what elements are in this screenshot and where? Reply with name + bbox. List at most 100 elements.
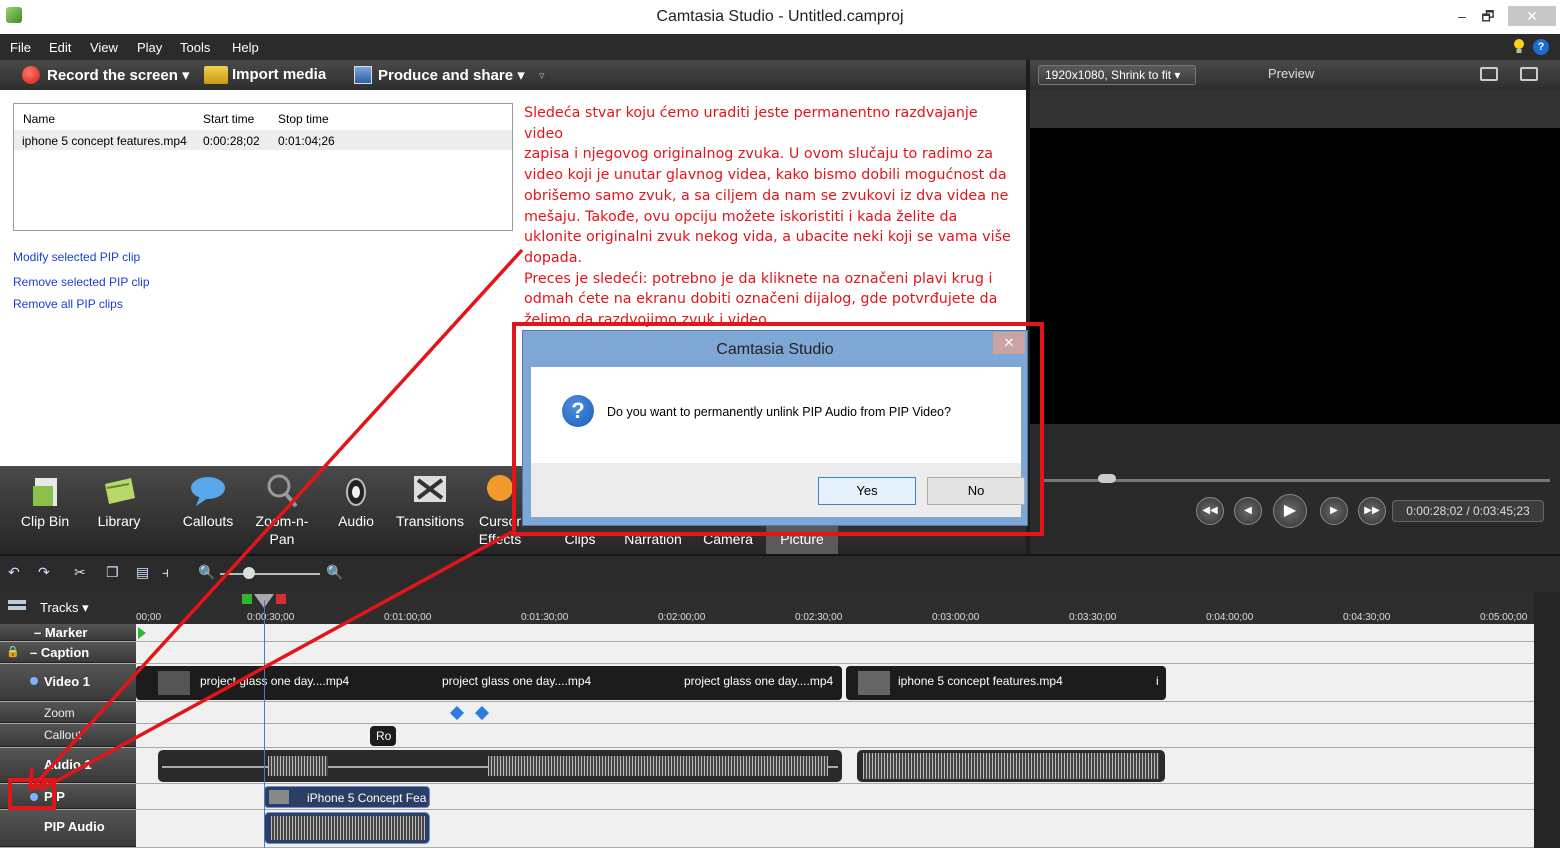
redo-icon[interactable]: ↷ xyxy=(38,564,50,581)
annotation-line: obrišemo samo zvuk, a sa ciljem da nam s… xyxy=(524,187,1009,204)
split-icon[interactable]: ⫞ xyxy=(162,564,169,581)
timeline-zoom-slider[interactable] xyxy=(220,573,320,575)
record-screen-button[interactable]: Record the screen ▾ xyxy=(47,66,190,84)
preview-canvas[interactable] xyxy=(1030,128,1560,424)
tab-zoom-n-pan[interactable]: Zoom-n- Pan xyxy=(246,466,318,554)
tracks-icon xyxy=(8,600,26,610)
tab-transitions[interactable]: Transitions xyxy=(394,466,466,554)
toolbar-overflow-button[interactable]: ▿ xyxy=(539,69,545,82)
pip-track: PIP iPhone 5 Concept Fea xyxy=(0,784,1534,810)
column-header-stop[interactable]: Stop time xyxy=(278,112,329,126)
cut-icon[interactable]: ✂ xyxy=(74,564,86,581)
pip-clip-list[interactable]: Name Start time Stop time iphone 5 conce… xyxy=(13,103,513,231)
marker-track-header[interactable]: – Marker xyxy=(0,624,136,641)
modify-pip-link[interactable]: Modify selected PIP clip xyxy=(13,250,140,264)
copy-icon[interactable]: ❐ xyxy=(106,564,119,581)
pip-video-clip[interactable]: iPhone 5 Concept Fea xyxy=(264,786,430,808)
annotation-line: video koji je unutar glavnog videa, kako… xyxy=(524,167,1007,184)
video-clip[interactable]: project glass one day....mp4 project gla… xyxy=(136,666,842,700)
tick-label: 0:05:00;00 xyxy=(1480,612,1528,623)
menu-file[interactable]: File xyxy=(10,40,31,55)
zoom-track-header[interactable]: Zoom xyxy=(0,702,136,723)
selection-end-marker[interactable] xyxy=(276,594,286,604)
import-media-button[interactable]: Import media xyxy=(232,66,326,83)
menu-play[interactable]: Play xyxy=(137,40,162,55)
lightbulb-icon[interactable] xyxy=(1512,38,1526,56)
column-header-name[interactable]: Name xyxy=(23,112,55,126)
tab-library[interactable]: Library xyxy=(84,466,154,554)
remove-pip-link[interactable]: Remove selected PIP clip xyxy=(13,275,150,289)
timeline-zoom-knob[interactable] xyxy=(243,567,255,579)
close-window-button[interactable]: ✕ xyxy=(1508,6,1556,26)
detach-preview-icon[interactable] xyxy=(1520,67,1538,81)
pip-row-name: iphone 5 concept features.mp4 xyxy=(22,134,187,148)
selection-start-marker[interactable] xyxy=(242,594,252,604)
produce-share-button[interactable]: Produce and share ▾ xyxy=(378,66,525,84)
tick-label: 00;00 xyxy=(136,612,162,623)
lock-icon[interactable]: 🔒 xyxy=(6,645,20,658)
rewind-icon[interactable]: ◀ xyxy=(1234,497,1262,525)
caption-track-header[interactable]: 🔒 – Caption xyxy=(0,642,136,663)
remove-all-pip-link[interactable]: Remove all PIP clips xyxy=(13,297,123,311)
scrub-handle[interactable] xyxy=(1098,474,1116,483)
title-bar: Camtasia Studio - Untitled.camproj – 🗗 ✕ xyxy=(0,0,1560,34)
fast-forward-icon[interactable]: ▶ xyxy=(1320,497,1348,525)
pip-audio-track-header[interactable]: PIP Audio xyxy=(0,810,136,847)
callout-clip[interactable]: Ro xyxy=(370,726,396,746)
clip-bin-icon xyxy=(33,478,57,506)
zoom-out-icon[interactable]: 🔍 xyxy=(198,564,215,581)
marker-start-icon[interactable] xyxy=(138,627,146,639)
audio-waveform[interactable] xyxy=(857,750,1165,782)
minimize-button[interactable]: – xyxy=(1448,6,1476,26)
track-expand-icon[interactable] xyxy=(30,677,38,685)
table-row[interactable]: iphone 5 concept features.mp4 0:00:28;02… xyxy=(14,130,512,150)
annotation-line: dopada. xyxy=(524,249,583,266)
pip-row-start: 0:00:28;02 xyxy=(203,134,260,148)
tab-audio[interactable]: Audio xyxy=(320,466,392,554)
play-icon[interactable]: ▶ xyxy=(1273,494,1307,528)
menu-edit[interactable]: Edit xyxy=(49,40,71,55)
help-icon[interactable]: ? xyxy=(1533,39,1549,55)
undo-icon[interactable]: ↶ xyxy=(8,564,20,581)
zoom-keyframe[interactable] xyxy=(473,704,491,722)
zoom-keyframe[interactable] xyxy=(448,704,466,722)
column-header-start[interactable]: Start time xyxy=(203,112,254,126)
skip-end-icon[interactable]: ▶▶ xyxy=(1358,497,1386,525)
tick-label: 0:00:30;00 xyxy=(247,612,295,623)
video-clip[interactable]: iphone 5 concept features.mp4 i xyxy=(846,666,1166,700)
preview-label: Preview xyxy=(1268,66,1315,81)
playhead-line[interactable] xyxy=(264,600,265,848)
preview-margin xyxy=(1030,90,1560,128)
tracks-menu[interactable]: Tracks ▾ xyxy=(40,600,89,616)
paste-icon[interactable]: ▤ xyxy=(136,564,149,581)
menu-help[interactable]: Help xyxy=(232,40,259,55)
produce-icon xyxy=(354,66,372,84)
fullscreen-icon[interactable] xyxy=(1480,67,1498,81)
audio-waveform[interactable] xyxy=(158,750,842,782)
tab-clip-bin[interactable]: Clip Bin xyxy=(10,466,80,554)
caption-track: 🔒 – Caption xyxy=(0,642,1534,664)
main-toolbar: Record the screen ▾ Import media Produce… xyxy=(0,60,1026,90)
maximize-button[interactable]: 🗗 xyxy=(1474,6,1502,26)
menu-bar: File Edit View Play Tools Help ? xyxy=(0,34,1560,60)
import-folder-icon xyxy=(204,66,228,84)
timeline-ruler[interactable]: Tracks ▾ 00;00 0:00:30;00 0:01:00;00 0:0… xyxy=(0,592,1560,624)
playback-controls-area xyxy=(1030,424,1560,554)
clip-thumbnail xyxy=(158,671,190,695)
zoom-in-icon[interactable]: 🔍 xyxy=(326,564,343,581)
tab-callouts[interactable]: Callouts xyxy=(172,466,244,554)
scrub-bar[interactable] xyxy=(1040,479,1550,482)
menu-view[interactable]: View xyxy=(90,40,118,55)
annotation-line: uklonite originalni zvuk nekog vida, a u… xyxy=(524,229,1011,246)
skip-start-icon[interactable]: ◀◀ xyxy=(1196,497,1224,525)
tick-label: 0:04:30;00 xyxy=(1343,612,1391,623)
annotation-line: Sledeća stvar koju ćemo uraditi jeste pe… xyxy=(524,105,978,142)
menu-tools[interactable]: Tools xyxy=(180,40,210,55)
callout-track-header[interactable]: Callout xyxy=(0,724,136,747)
pip-audio-waveform[interactable] xyxy=(264,812,430,844)
annotation-line: mešaju. Takođe, ovu opciju možete iskori… xyxy=(524,208,958,225)
video1-track-header[interactable]: Video 1 xyxy=(0,664,136,701)
tick-label: 0:03:30;00 xyxy=(1069,612,1117,623)
timeline-scrollbar[interactable] xyxy=(1534,592,1560,848)
preview-size-dropdown[interactable]: 1920x1080, Shrink to fit ▾ xyxy=(1038,65,1196,85)
